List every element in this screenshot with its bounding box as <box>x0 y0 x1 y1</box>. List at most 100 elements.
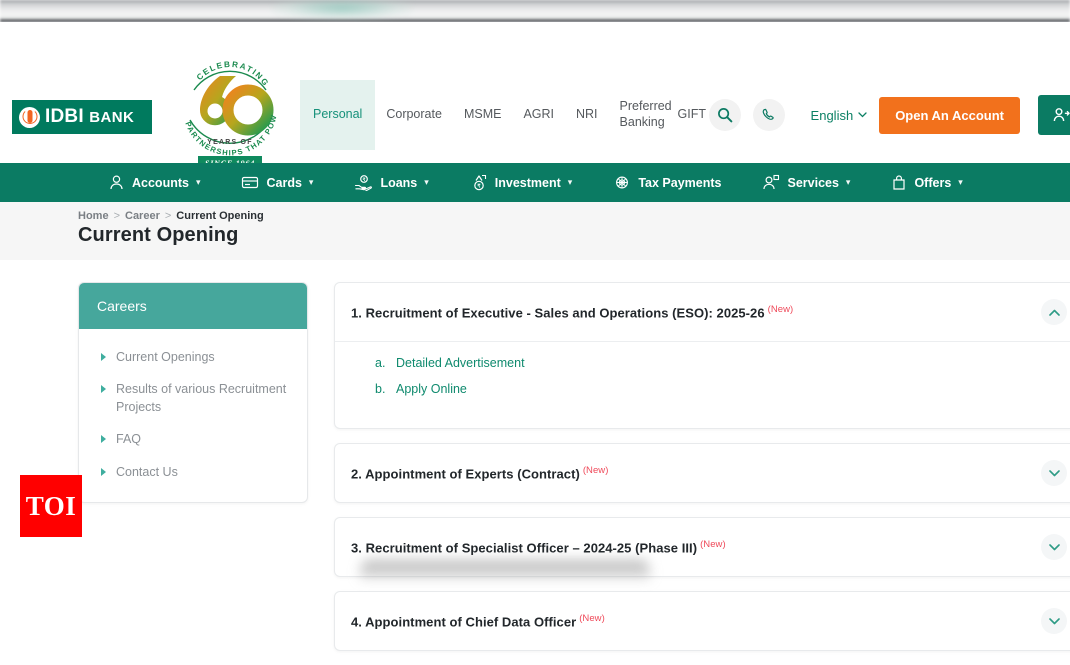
header-actions: English Open An Account <box>709 80 1070 150</box>
person-icon <box>108 174 125 191</box>
sidebar-item-contact-us[interactable]: Contact Us <box>79 456 307 488</box>
nav-item-accounts[interactable]: Accounts ▾ <box>108 174 221 191</box>
chevron-up-icon[interactable] <box>1041 299 1067 325</box>
nav-label-investment: Investment <box>495 176 561 190</box>
anniversary-60-logo: CELEBRATING YEARS OF PARTNERSHIPS THAT P… <box>176 48 284 178</box>
search-icon[interactable] <box>709 99 741 131</box>
header-tab-agri[interactable]: AGRI <box>512 107 565 123</box>
chevron-down-icon: ▾ <box>568 177 573 188</box>
nav-label-loans: Loans <box>380 176 417 190</box>
accordion-title-3: 3. Recruitment of Specialist Officer – 2… <box>351 539 726 555</box>
sidebar-heading: Careers <box>79 283 307 329</box>
header-tab-personal[interactable]: Personal <box>300 80 375 150</box>
sidebar-item-current-openings[interactable]: Current Openings <box>79 341 307 373</box>
nav-item-offers[interactable]: Offers ▾ <box>891 174 983 191</box>
breadcrumb-home[interactable]: Home <box>78 210 109 222</box>
nav-label-services: Services <box>787 176 838 190</box>
nav-item-cards[interactable]: Cards ▾ <box>241 174 334 191</box>
accordion-item: 1. Recruitment of Executive - Sales and … <box>334 282 1070 429</box>
svg-text:YEARS OF: YEARS OF <box>207 139 252 146</box>
sidebar-label: FAQ <box>116 430 141 448</box>
new-badge: (New) <box>583 465 609 476</box>
breadcrumb-separator: > <box>114 210 120 222</box>
chevron-down-icon <box>858 112 867 118</box>
chevron-down-icon[interactable] <box>1041 460 1067 486</box>
bullet-triangle-icon <box>101 468 106 476</box>
accordion-link-row: a. Detailed Advertisement <box>375 356 1070 370</box>
language-label: English <box>811 108 854 123</box>
phone-icon[interactable] <box>753 99 785 131</box>
header-audience-tabs: Personal Corporate MSME AGRI NRI Preferr… <box>300 80 749 150</box>
services-icon <box>762 174 780 191</box>
accordion-title-4: 4. Appointment of Chief Data Officer(New… <box>351 613 605 629</box>
new-badge: (New) <box>768 304 794 315</box>
toi-watermark: TOI <box>20 475 82 537</box>
browser-chrome-tint <box>272 0 412 20</box>
tax-icon <box>613 174 631 191</box>
link-apply-online[interactable]: Apply Online <box>396 382 467 396</box>
breadcrumb-career[interactable]: Career <box>125 210 160 222</box>
link-letter: b. <box>375 382 387 396</box>
main-navigation: Accounts ▾ Cards ▾ ₹ Loans ▾ ₹ Investmen… <box>0 163 1070 202</box>
new-badge: (New) <box>579 613 605 624</box>
accordion-link-row: b. Apply Online <box>375 382 1070 396</box>
nav-item-loans[interactable]: ₹ Loans ▾ <box>354 174 449 191</box>
sidebar-item-results[interactable]: Results of various Recruitment Projects <box>79 373 307 423</box>
offers-bag-icon <box>891 174 907 191</box>
header-tab-nri[interactable]: NRI <box>565 107 609 123</box>
login-button[interactable] <box>1038 95 1070 135</box>
accordion-title-2: 2. Appointment of Experts (Contract)(New… <box>351 465 608 481</box>
breadcrumb-current: Current Opening <box>176 210 263 222</box>
nav-item-tax-payments[interactable]: Tax Payments <box>613 174 742 191</box>
card-icon <box>241 174 259 191</box>
header-tab-preferred-banking[interactable]: Preferred Banking <box>609 99 667 130</box>
accordion-title-1: 1. Recruitment of Executive - Sales and … <box>351 304 793 320</box>
link-detailed-advertisement[interactable]: Detailed Advertisement <box>396 356 525 370</box>
svg-text:₹: ₹ <box>363 177 366 182</box>
sidebar-label: Contact Us <box>116 463 178 481</box>
accordion-body-1: a. Detailed Advertisement b. Apply Onlin… <box>335 341 1070 428</box>
idbi-bank-logo[interactable]: IDBI BANK <box>12 100 152 134</box>
sidebar-item-faq[interactable]: FAQ <box>79 423 307 455</box>
bullet-triangle-icon <box>101 385 106 393</box>
site-header: IDBI BANK CELEBRATING YEA <box>0 22 1070 163</box>
investment-icon: ₹ <box>470 174 488 191</box>
svg-text:₹: ₹ <box>477 183 481 189</box>
nav-item-services[interactable]: Services ▾ <box>762 174 871 191</box>
nav-label-tax-payments: Tax Payments <box>638 176 721 190</box>
chevron-down-icon: ▾ <box>196 177 201 188</box>
breadcrumb-separator: > <box>165 210 171 222</box>
link-letter: a. <box>375 356 387 370</box>
sidebar-label: Current Openings <box>116 348 215 366</box>
nav-item-investment[interactable]: ₹ Investment ▾ <box>470 174 594 191</box>
open-an-account-button[interactable]: Open An Account <box>879 97 1020 134</box>
language-selector[interactable]: English <box>811 108 868 123</box>
svg-text:CELEBRATING: CELEBRATING <box>195 60 271 89</box>
chevron-down-icon: ▾ <box>846 177 851 188</box>
accordion-header-1[interactable]: 1. Recruitment of Executive - Sales and … <box>335 283 1070 341</box>
chevron-down-icon: ▾ <box>958 177 963 188</box>
page-content: Careers Current Openings Results of vari… <box>0 260 1070 579</box>
accordion-header-2[interactable]: 2. Appointment of Experts (Contract)(New… <box>335 444 1070 502</box>
new-badge: (New) <box>700 539 726 550</box>
breadcrumb-band: Home > Career > Current Opening Current … <box>0 202 1070 260</box>
page-title: Current Opening <box>78 224 238 247</box>
loan-hand-icon: ₹ <box>354 174 373 191</box>
bullet-triangle-icon <box>101 353 106 361</box>
blurred-bottom-overlay <box>360 560 650 579</box>
accordion-item: 2. Appointment of Experts (Contract)(New… <box>334 443 1070 503</box>
chevron-down-icon[interactable] <box>1041 608 1067 634</box>
header-tab-corporate[interactable]: Corporate <box>375 107 453 123</box>
browser-chrome-strip <box>0 0 1070 22</box>
header-tab-msme[interactable]: MSME <box>453 107 513 123</box>
idbi-emblem-icon <box>19 107 40 128</box>
nav-label-cards: Cards <box>266 176 301 190</box>
chevron-down-icon: ▾ <box>424 177 429 188</box>
idbi-logo-text: IDBI BANK <box>45 106 134 128</box>
nav-label-accounts: Accounts <box>132 176 189 190</box>
accordion-header-4[interactable]: 4. Appointment of Chief Data Officer(New… <box>335 592 1070 650</box>
bullet-triangle-icon <box>101 435 106 443</box>
chevron-down-icon: ▾ <box>309 177 314 188</box>
chevron-down-icon[interactable] <box>1041 534 1067 560</box>
careers-sidebar: Careers Current Openings Results of vari… <box>78 282 308 503</box>
